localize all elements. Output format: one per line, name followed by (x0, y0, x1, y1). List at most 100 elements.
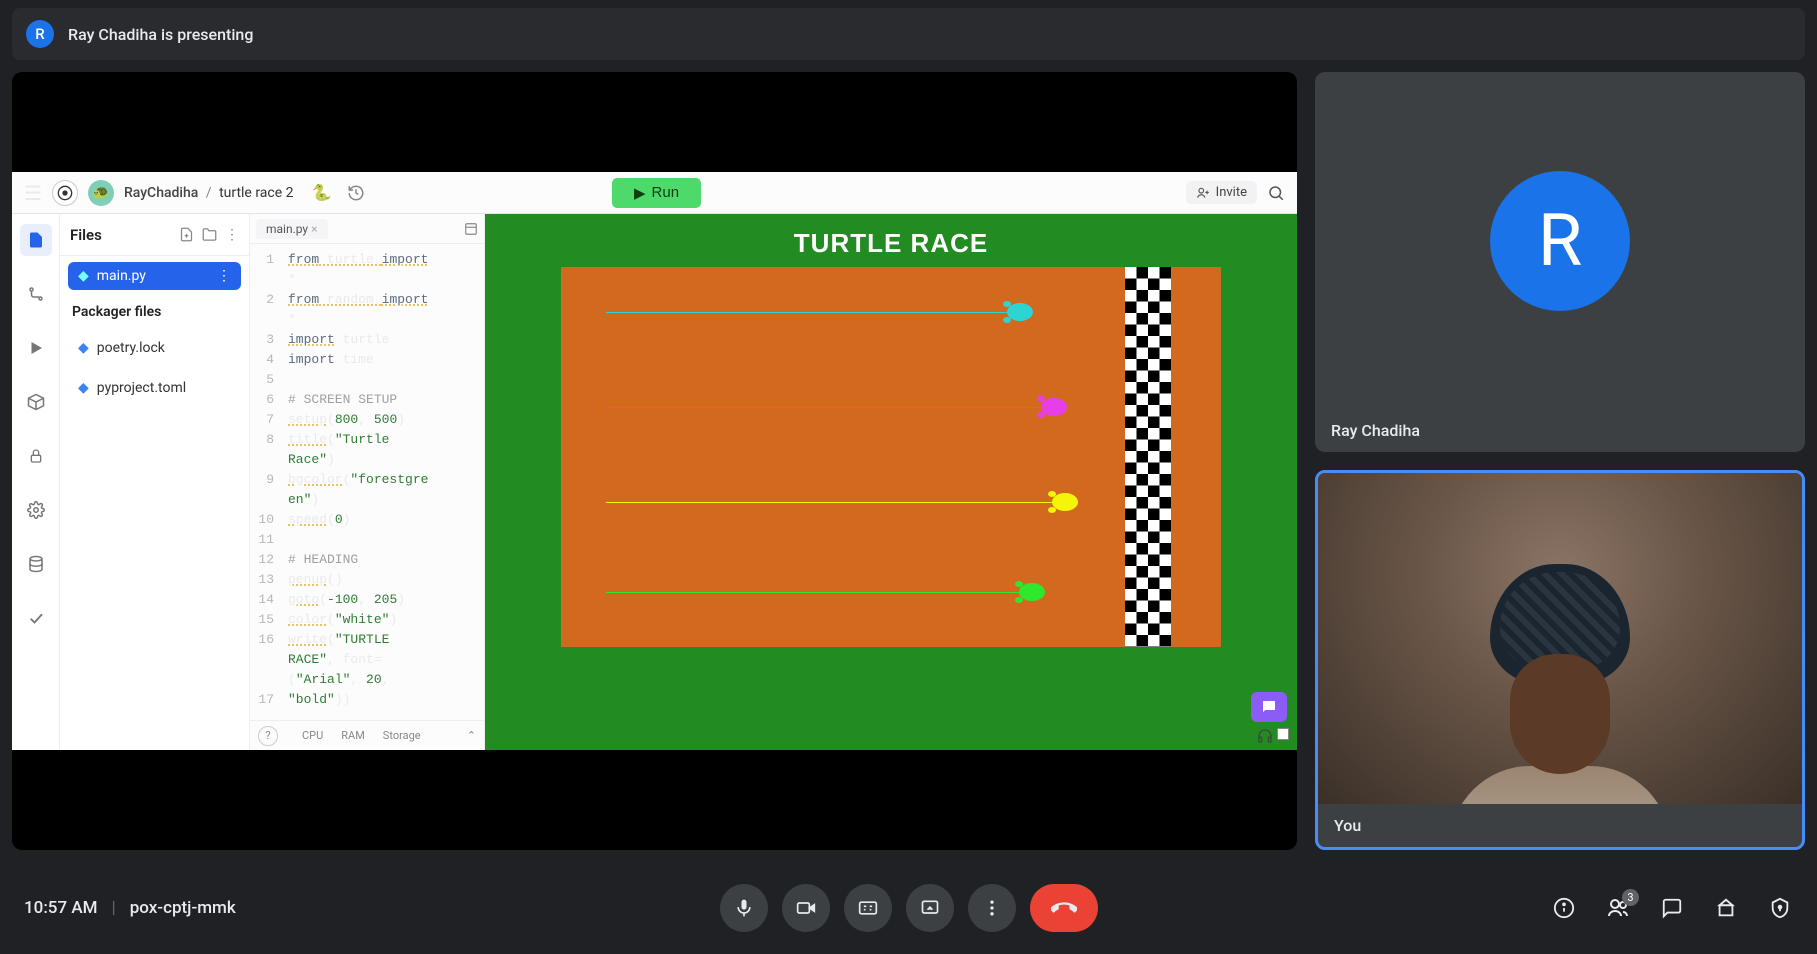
file-item-main[interactable]: ◆ main.py ⋮ (68, 262, 241, 290)
icon-rail (12, 214, 60, 750)
meeting-code: pox-cptj-mmk (130, 898, 236, 918)
file-item[interactable]: ◆ pyproject.toml (68, 374, 241, 402)
file-name: main.py (97, 268, 146, 284)
cpu-label: CPU (302, 729, 323, 742)
new-folder-icon[interactable] (202, 227, 217, 243)
code-status-bar: ? CPU RAM Storage ⌃ (250, 720, 484, 750)
turtle-trail (606, 312, 1020, 313)
turtle-icon (1007, 303, 1033, 321)
turtle-icon (1052, 493, 1078, 511)
python-icon: 🐍 (312, 183, 332, 202)
replit-logo[interactable] (52, 180, 78, 206)
chat-icon[interactable] (1659, 895, 1685, 921)
people-icon[interactable]: 3 (1605, 895, 1631, 921)
secrets-rail-icon[interactable] (20, 440, 52, 472)
mic-button[interactable] (720, 884, 768, 932)
replit-body: Files ⋮ ◆ main.py ⋮ Packager files (12, 214, 1297, 750)
run-label: Run (652, 184, 680, 201)
right-controls: 3 (1551, 895, 1793, 921)
present-button[interactable] (906, 884, 954, 932)
turtle-trail (606, 407, 1054, 408)
output-panel: TURTLE RACE (485, 214, 1297, 750)
line-gutter: 1 2 345678 9 10111213141516 17 (250, 244, 282, 720)
replit-toolbar: ☰ 🐢 RayChadiha / turtle race 2 🐍 ▶ Run (12, 172, 1297, 214)
version-rail-icon[interactable] (20, 278, 52, 310)
tab-label: main.py (266, 222, 308, 236)
info-icon[interactable] (1551, 895, 1577, 921)
presentation-panel: ☰ 🐢 RayChadiha / turtle race 2 🐍 ▶ Run (12, 72, 1297, 850)
check-rail-icon[interactable] (20, 602, 52, 634)
you-label: You (1318, 804, 1802, 847)
more-options-button[interactable] (968, 884, 1016, 932)
camera-button[interactable] (782, 884, 830, 932)
file-item[interactable]: ◆ poetry.lock (68, 334, 241, 362)
presenter-name-label: Ray Chadiha (1315, 409, 1805, 452)
center-controls (720, 884, 1098, 932)
race-track (561, 267, 1221, 647)
code-tab-main[interactable]: main.py × (256, 219, 328, 239)
files-panel: Files ⋮ ◆ main.py ⋮ Packager files (60, 214, 250, 750)
turtle-icon (1041, 398, 1067, 416)
play-icon: ▶ (634, 184, 646, 202)
person-add-icon (1196, 186, 1210, 200)
end-call-button[interactable] (1030, 884, 1098, 932)
storage-label: Storage (383, 729, 421, 742)
history-icon[interactable] (347, 184, 365, 202)
output-footer-icons (1257, 728, 1289, 744)
breadcrumb-project[interactable]: turtle race 2 (219, 185, 293, 201)
help-icon[interactable]: ? (258, 726, 278, 746)
clock-time: 10:57 AM (24, 898, 98, 918)
more-icon[interactable]: ⋮ (225, 227, 239, 243)
presenter-tile[interactable]: R Ray Chadiha (1315, 72, 1805, 452)
hamburger-icon[interactable]: ☰ (24, 181, 42, 205)
turtle-icon (1019, 583, 1045, 601)
deploy-rail-icon[interactable] (20, 332, 52, 364)
race-title: TURTLE RACE (794, 228, 988, 259)
breadcrumb-owner[interactable]: RayChadiha (124, 185, 198, 201)
packages-rail-icon[interactable] (20, 386, 52, 418)
file-name: poetry.lock (97, 340, 165, 356)
time-meeting-code: 10:57 AM | pox-cptj-mmk (24, 898, 236, 918)
main-area: ☰ 🐢 RayChadiha / turtle race 2 🐍 ▶ Run (0, 60, 1817, 850)
turtle-trail (606, 592, 1032, 593)
python-file-icon: ◆ (78, 340, 89, 356)
banner-text: Ray Chadiha is presenting (68, 25, 253, 44)
packager-section-label: Packager files (60, 296, 249, 328)
code-panel: main.py × 1 2 345678 9 10111213141516 17… (250, 214, 485, 750)
presenter-avatar-large: R (1490, 171, 1630, 311)
checkbox-icon[interactable] (1277, 728, 1289, 740)
settings-rail-icon[interactable] (20, 494, 52, 526)
finish-line (1125, 267, 1171, 647)
ram-label: RAM (341, 729, 365, 742)
database-rail-icon[interactable] (20, 548, 52, 580)
code-editor[interactable]: 1 2 345678 9 10111213141516 17 from turt… (250, 244, 484, 720)
participants-sidebar: R Ray Chadiha ⋯ You (1315, 72, 1805, 850)
file-name: pyproject.toml (97, 380, 186, 396)
host-controls-icon[interactable] (1767, 895, 1793, 921)
race-canvas: TURTLE RACE (485, 214, 1297, 750)
file-menu-icon[interactable]: ⋮ (217, 268, 231, 284)
python-file-icon: ◆ (78, 380, 89, 396)
code-tabs: main.py × (250, 214, 484, 244)
new-file-icon[interactable] (179, 227, 194, 243)
layout-icon[interactable] (464, 222, 478, 236)
files-header: Files ⋮ (60, 214, 249, 256)
replit-window: ☰ 🐢 RayChadiha / turtle race 2 🐍 ▶ Run (12, 172, 1297, 750)
presentation-banner: R Ray Chadiha is presenting (12, 8, 1805, 60)
invite-button[interactable]: Invite (1186, 181, 1257, 204)
chat-fab-icon[interactable] (1251, 692, 1287, 722)
headphones-icon[interactable] (1257, 728, 1273, 744)
captions-button[interactable] (844, 884, 892, 932)
camera-view (1318, 473, 1802, 804)
chevron-up-icon[interactable]: ⌃ (467, 729, 476, 742)
breadcrumb: RayChadiha / turtle race 2 (124, 185, 294, 201)
search-icon[interactable] (1267, 184, 1285, 202)
run-button[interactable]: ▶ Run (612, 178, 701, 208)
turtle-trail (606, 502, 1065, 503)
files-rail-icon[interactable] (20, 224, 52, 256)
you-tile[interactable]: ⋯ You (1315, 470, 1805, 850)
person-silhouette (1440, 564, 1680, 804)
bottom-bar: 10:57 AM | pox-cptj-mmk 3 (0, 870, 1817, 946)
activities-icon[interactable] (1713, 895, 1739, 921)
user-avatar-chip[interactable]: 🐢 (88, 180, 114, 206)
